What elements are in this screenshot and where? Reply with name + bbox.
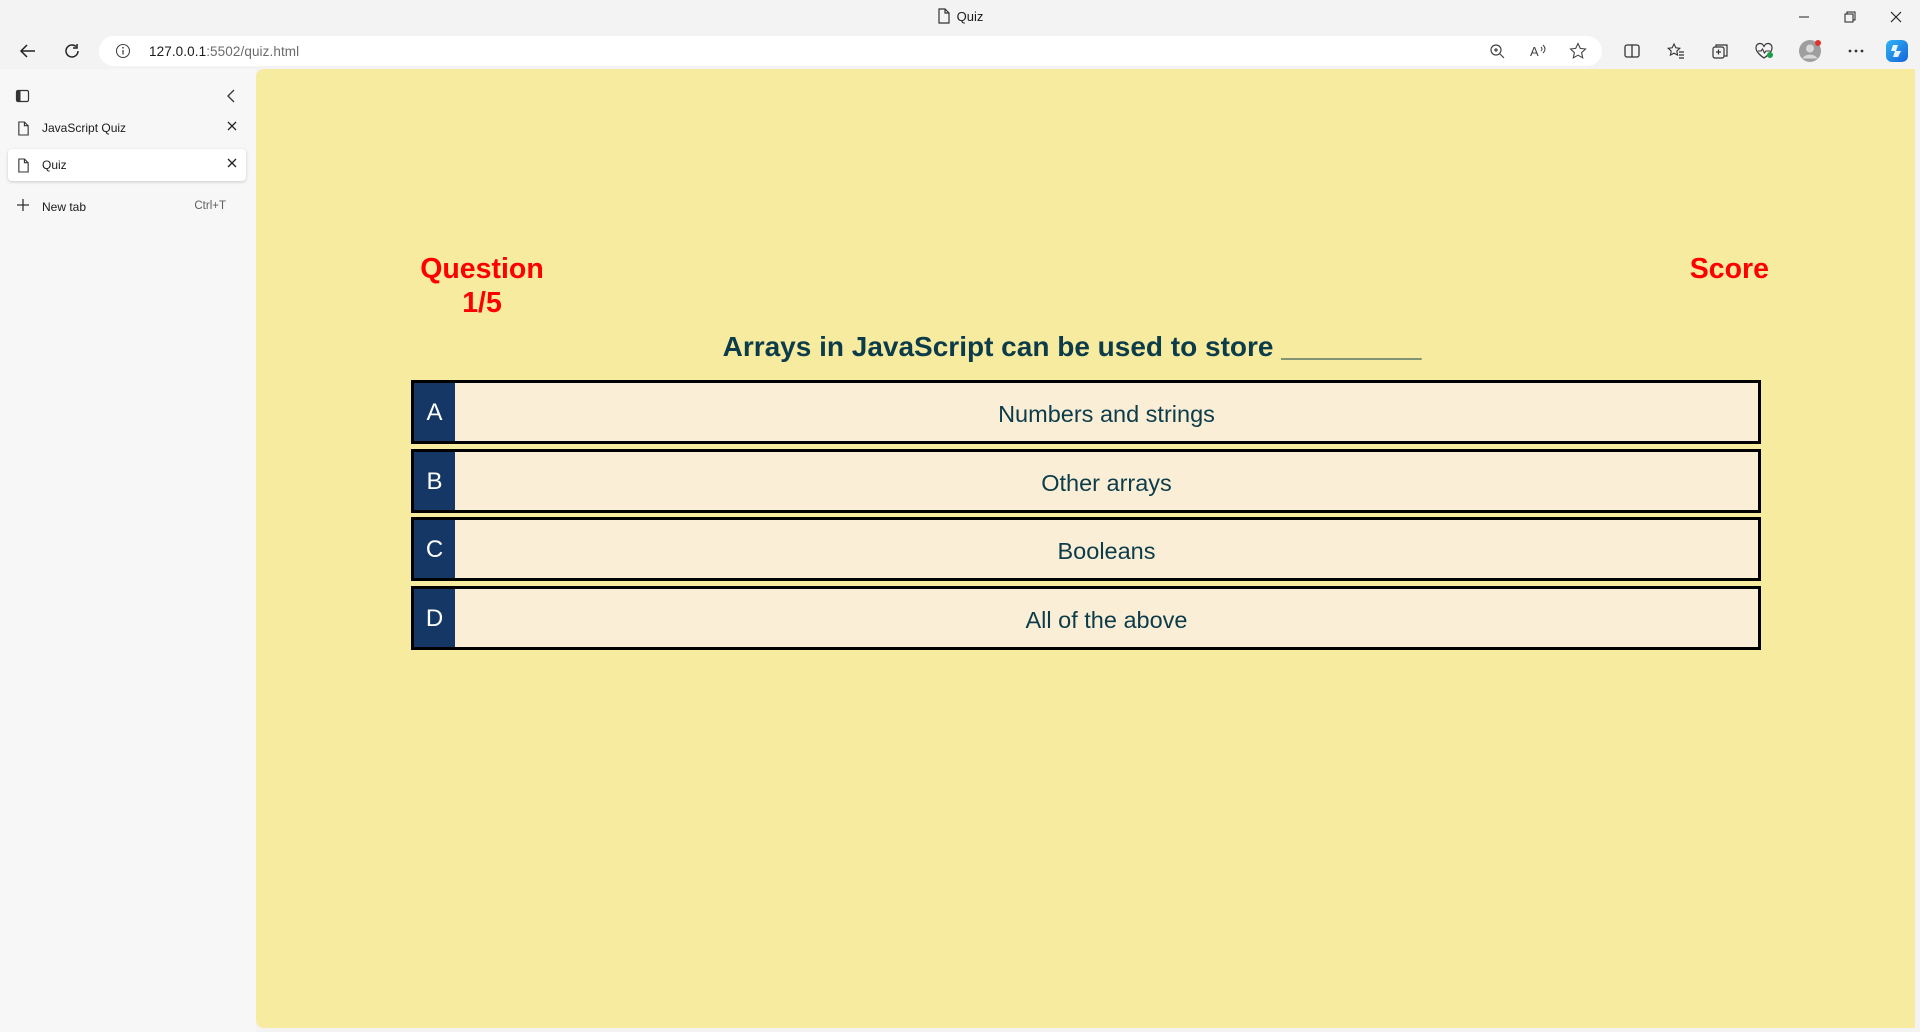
browser-essentials-button[interactable] (1749, 36, 1779, 66)
close-tab-icon[interactable] (226, 157, 238, 172)
page-content: Question 1/5 Score Arrays in JavaScript … (256, 69, 1915, 1028)
tab-actions-button[interactable] (15, 88, 31, 109)
read-aloud-icon[interactable]: A (1528, 41, 1548, 61)
address-bar[interactable]: 127.0.0.1:5502/quiz.html A (99, 36, 1602, 66)
url-host: 127.0.0.1 (149, 44, 207, 59)
split-screen-button[interactable] (1617, 36, 1647, 66)
copilot-button[interactable] (1882, 36, 1912, 66)
page-icon (17, 158, 30, 176)
favorites-icon (1667, 42, 1684, 59)
url-path: :5502/quiz.html (206, 44, 300, 59)
option-text: All of the above (1025, 607, 1188, 633)
tab-label: JavaScript Quiz (42, 121, 127, 135)
window-title-text: Quiz (956, 9, 984, 24)
window-title: Quiz (0, 8, 1920, 27)
heart-pulse-icon (1755, 42, 1773, 59)
settings-more-button[interactable] (1841, 36, 1871, 66)
title-bar: Quiz (0, 0, 1920, 33)
tab-label: Quiz (42, 158, 67, 172)
option-b[interactable]: B Other arrays (411, 449, 1761, 513)
option-c[interactable]: C Booleans (411, 517, 1761, 581)
option-letter: B (414, 452, 455, 510)
url-text: 127.0.0.1:5502/quiz.html (149, 44, 299, 59)
page-icon (17, 121, 30, 139)
collections-icon (1712, 44, 1728, 59)
site-info-icon[interactable] (115, 43, 131, 64)
chevron-left-icon (227, 89, 235, 103)
close-icon (1890, 11, 1902, 22)
back-arrow-icon (19, 44, 35, 58)
minimize-button[interactable] (1781, 0, 1827, 33)
tab-javascript-quiz[interactable]: JavaScript Quiz (8, 112, 246, 144)
refresh-button[interactable] (57, 36, 87, 66)
option-letter: A (414, 383, 455, 441)
question-counter: Question 1/5 (420, 253, 544, 319)
option-text: Numbers and strings (998, 401, 1215, 427)
option-a[interactable]: A Numbers and strings (411, 380, 1761, 444)
zoom-icon[interactable] (1487, 41, 1507, 61)
option-letter: D (414, 589, 455, 647)
favorite-star-icon[interactable] (1568, 41, 1588, 61)
split-screen-icon (1624, 44, 1640, 58)
avatar-icon (1799, 40, 1821, 62)
option-d[interactable]: D All of the above (411, 586, 1761, 650)
option-text: Other arrays (1041, 470, 1172, 496)
new-tab-shortcut: Ctrl+T (194, 200, 226, 212)
svg-text:A: A (1530, 44, 1539, 59)
more-dots-icon (1848, 49, 1864, 53)
tab-quiz[interactable]: Quiz (8, 149, 246, 181)
plus-icon (16, 198, 30, 215)
vertical-tabs-sidebar: JavaScript Quiz Quiz New tab Ctrl+T (0, 69, 256, 1032)
new-tab-button[interactable]: New tab Ctrl+T (8, 192, 246, 220)
restore-icon (1844, 11, 1856, 22)
copilot-icon (1886, 40, 1908, 62)
page-icon (937, 8, 951, 27)
profile-button[interactable] (1795, 36, 1825, 66)
option-letter: C (414, 520, 455, 578)
favorites-button[interactable] (1661, 36, 1691, 66)
restore-button[interactable] (1827, 0, 1873, 33)
question-text: Arrays in JavaScript can be used to stor… (722, 331, 1422, 362)
tab-panel-icon (15, 89, 30, 103)
new-tab-label: New tab (42, 200, 87, 214)
browser-toolbar: 127.0.0.1:5502/quiz.html A (0, 33, 1920, 69)
score-label: Score (1689, 253, 1769, 285)
collapse-sidebar-button[interactable] (224, 88, 238, 109)
back-button[interactable] (13, 36, 43, 66)
collections-button[interactable] (1705, 36, 1735, 66)
close-window-button[interactable] (1873, 0, 1919, 33)
refresh-icon (65, 44, 79, 58)
close-tab-icon[interactable] (226, 120, 238, 135)
option-text: Booleans (1057, 538, 1156, 564)
minimize-icon (1799, 16, 1809, 17)
